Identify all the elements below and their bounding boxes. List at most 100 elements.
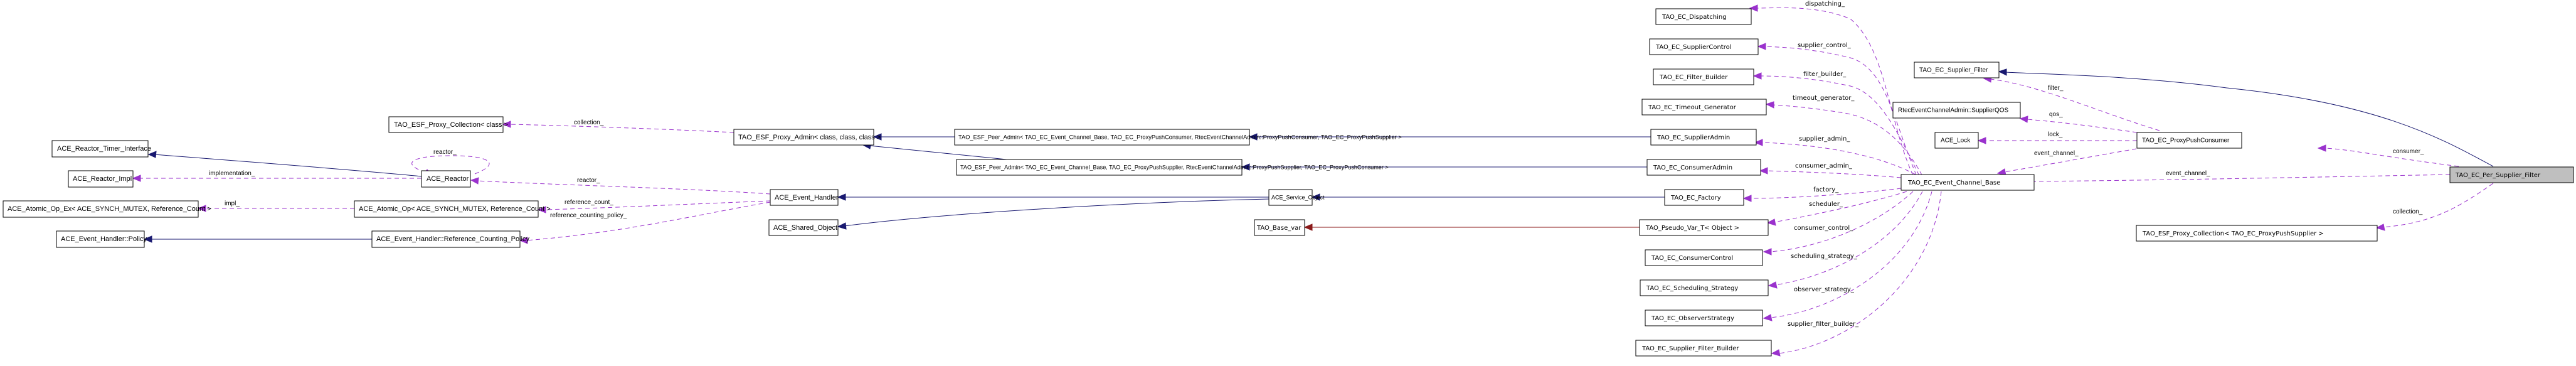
edge-collection-class <box>502 121 734 133</box>
node-ec-timeout-generator[interactable]: TAO_EC_Timeout_Generator <box>1641 99 1767 116</box>
node-ec-consumer-control[interactable]: TAO_EC_ConsumerControl <box>1645 249 1763 266</box>
node-ec-dispatching[interactable]: TAO_EC_Dispatching <box>1655 8 1752 25</box>
svg-text:TAO_EC_SupplierControl: TAO_EC_SupplierControl <box>1655 44 1732 51</box>
node-reactor-impl[interactable]: ACE_Reactor_Impl <box>68 170 134 188</box>
svg-text:TAO_EC_Filter_Builder: TAO_EC_Filter_Builder <box>1659 74 1728 81</box>
edge-label-supplier-filter-builder: supplier_filter_builder_ <box>1788 321 1859 328</box>
svg-text:TAO_EC_Dispatching: TAO_EC_Dispatching <box>1662 14 1727 21</box>
node-ec-supplier-control[interactable]: TAO_EC_SupplierControl <box>1649 38 1759 55</box>
svg-text:TAO_Pseudo_Var_T< Object >: TAO_Pseudo_Var_T< Object > <box>1645 225 1739 232</box>
svg-text:TAO_EC_Supplier_Filter_Builder: TAO_EC_Supplier_Filter_Builder <box>1641 345 1739 352</box>
svg-text:TAO_EC_ProxyPushConsumer: TAO_EC_ProxyPushConsumer <box>2142 137 2230 144</box>
edge-label-scheduler: scheduler_ <box>1809 201 1843 208</box>
edge-peeradmin-consumer-inherits-proxyadmin <box>872 133 955 141</box>
edge-label-implementation: implementation_ <box>209 170 255 177</box>
edge-label-scheduling-strategy: scheduling_strategy_ <box>1791 253 1858 260</box>
svg-text:TAO_EC_Per_Supplier_Filter: TAO_EC_Per_Supplier_Filter <box>2455 172 2541 179</box>
node-esf-proxy-collection-class[interactable]: TAO_ESF_Proxy_Collection< class > <box>388 116 508 133</box>
node-ec-observer-strategy[interactable]: TAO_EC_ObserverStrategy <box>1645 309 1763 326</box>
svg-text:ACE_Atomic_Op_Ex< ACE_SYNCH_MU: ACE_Atomic_Op_Ex< ACE_SYNCH_MUTEX, Refer… <box>8 205 211 213</box>
edge-label-filter: filter_ <box>2048 85 2064 92</box>
node-ec-factory[interactable]: TAO_EC_Factory <box>1664 189 1744 206</box>
node-reference-counting-policy[interactable]: ACE_Event_Handler::Reference_Counting_Po… <box>371 230 529 248</box>
svg-text:ACE_Shared_Object: ACE_Shared_Object <box>773 224 837 232</box>
svg-text:TAO_EC_ConsumerControl: TAO_EC_ConsumerControl <box>1651 255 1733 262</box>
node-ace-shared-object[interactable]: ACE_Shared_Object <box>768 219 839 236</box>
svg-text:TAO_EC_SupplierAdmin: TAO_EC_SupplierAdmin <box>1656 134 1730 141</box>
edge-serviceobject-inherits-sharedobject <box>837 198 1269 230</box>
collaboration-diagram: implementation_ impl_ reactor_ collectio… <box>3 1 2574 357</box>
edge-label-filter-builder: filter_builder_ <box>1803 71 1847 78</box>
node-ec-supplier-admin[interactable]: TAO_EC_SupplierAdmin <box>1650 129 1757 146</box>
edge-impl <box>197 205 354 212</box>
edge-refpolicy-inherits-policy <box>143 235 372 243</box>
node-esf-proxy-collection-supplier[interactable]: TAO_ESF_Proxy_Collection< TAO_EC_ProxyPu… <box>2136 225 2378 242</box>
edge-supplier-filter-builder <box>1771 191 1942 357</box>
svg-text:TAO_EC_Factory: TAO_EC_Factory <box>1670 195 1721 202</box>
edge-factory-inherits-serviceobject <box>1311 193 1665 201</box>
svg-text:TAO_EC_ConsumerAdmin: TAO_EC_ConsumerAdmin <box>1653 164 1732 171</box>
node-peer-admin-consumer[interactable]: TAO_ESF_Peer_Admin< TAO_EC_Event_Channel… <box>954 129 1402 146</box>
svg-text:TAO_EC_Event_Channel_Base: TAO_EC_Event_Channel_Base <box>1907 180 2000 186</box>
edge-event-channel-psf <box>2014 174 2451 185</box>
node-ec-event-channel-base[interactable]: TAO_EC_Event_Channel_Base <box>1900 174 2035 191</box>
node-ec-proxy-push-consumer[interactable]: TAO_EC_ProxyPushConsumer <box>2136 132 2242 149</box>
svg-text:ACE_Reactor_Timer_Interface: ACE_Reactor_Timer_Interface <box>57 145 151 153</box>
node-ace-event-handler[interactable]: ACE_Event_Handler <box>770 189 839 206</box>
edge-label-lock: lock_ <box>2048 131 2063 138</box>
edge-reference-counting-policy <box>519 202 771 244</box>
svg-text:ACE_Event_Handler: ACE_Event_Handler <box>775 194 839 202</box>
edge-collection-supplier <box>2375 183 2494 231</box>
node-ec-filter-builder[interactable]: TAO_EC_Filter_Builder <box>1653 68 1754 85</box>
edge-label-supplier-control: supplier_control_ <box>1798 42 1852 49</box>
svg-text:ACE_Service_Object: ACE_Service_Object <box>1271 194 1325 200</box>
node-esf-proxy-admin[interactable]: TAO_ESF_Proxy_Admin< class, class, class… <box>733 129 881 146</box>
node-ec-per-supplier-filter[interactable]: TAO_EC_Per_Supplier_Filter <box>2449 166 2574 183</box>
node-pseudo-var[interactable]: TAO_Pseudo_Var_T< Object > <box>1639 219 1769 236</box>
svg-text:RtecEventChannelAdmin::Supplie: RtecEventChannelAdmin::SupplierQOS <box>1898 107 2009 114</box>
node-tao-base-var[interactable]: TAO_Base_var <box>1254 219 1305 236</box>
svg-text:TAO_EC_Scheduling_Strategy: TAO_EC_Scheduling_Strategy <box>1646 285 1738 292</box>
edge-label-reference-counting-policy: reference_counting_policy_ <box>550 212 627 219</box>
svg-text:TAO_EC_Timeout_Generator: TAO_EC_Timeout_Generator <box>1648 104 1737 111</box>
node-event-handler-policy[interactable]: ACE_Event_Handler::Policy <box>56 230 147 248</box>
node-ace-service-object[interactable]: ACE_Service_Object <box>1268 189 1325 206</box>
svg-text:ACE_Reactor_Impl: ACE_Reactor_Impl <box>73 175 132 183</box>
node-ace-reactor[interactable]: ACE_Reactor <box>421 170 471 188</box>
svg-text:TAO_Base_var: TAO_Base_var <box>1256 225 1301 232</box>
edge-label-timeout-generator: timeout_generator_ <box>1793 95 1855 102</box>
node-ace-lock[interactable]: ACE_Lock <box>1934 132 1979 149</box>
node-peer-admin-supplier[interactable]: TAO_ESF_Peer_Admin< TAO_EC_Event_Channel… <box>956 159 1389 176</box>
edge-label-consumer: consumer_ <box>2393 148 2424 155</box>
edge-label-collection-supplier: collection_ <box>2393 208 2423 215</box>
edge-reactor <box>470 177 771 195</box>
node-ec-consumer-admin[interactable]: TAO_EC_ConsumerAdmin <box>1646 159 1761 176</box>
edge-lock <box>1977 137 2137 144</box>
svg-text:TAO_EC_Supplier_Filter: TAO_EC_Supplier_Filter <box>1919 67 1988 74</box>
node-atomic-op[interactable]: ACE_Atomic_Op< ACE_SYNCH_MUTEX, Referenc… <box>354 200 551 218</box>
node-ec-scheduling-strategy[interactable]: TAO_EC_Scheduling_Strategy <box>1640 279 1769 296</box>
svg-text:ACE_Event_Handler::Policy: ACE_Event_Handler::Policy <box>61 235 147 243</box>
node-atomic-op-ex[interactable]: ACE_Atomic_Op_Ex< ACE_SYNCH_MUTEX, Refer… <box>3 200 211 218</box>
edge-label-impl: impl_ <box>225 200 240 207</box>
node-reactor-timer-interface[interactable]: ACE_Reactor_Timer_Interface <box>51 140 151 158</box>
edge-scheduler <box>1766 191 1907 226</box>
edge-dispatching <box>1749 4 1917 183</box>
svg-text:ACE_Event_Handler::Reference_C: ACE_Event_Handler::Reference_Counting_Po… <box>376 235 529 243</box>
svg-text:ACE_Atomic_Op< ACE_SYNCH_MUTEX: ACE_Atomic_Op< ACE_SYNCH_MUTEX, Referenc… <box>359 205 551 213</box>
edge-label-reactor-self: reactor_ <box>433 149 457 156</box>
node-ec-supplier-filter[interactable]: TAO_EC_Supplier_Filter <box>1914 62 2000 78</box>
edge-consumer <box>2317 144 2459 167</box>
edge-pseudovar-inherits-basevar <box>1303 223 1640 231</box>
svg-text:ACE_Reactor: ACE_Reactor <box>427 175 469 183</box>
edge-label-qos: qos_ <box>2049 111 2063 118</box>
node-ec-supplier-filter-builder[interactable]: TAO_EC_Supplier_Filter_Builder <box>1635 340 1772 357</box>
svg-text:TAO_EC_ObserverStrategy: TAO_EC_ObserverStrategy <box>1651 315 1734 322</box>
edge-label-dispatching: dispatching_ <box>1805 1 1845 8</box>
node-supplier-qos[interactable]: RtecEventChannelAdmin::SupplierQOS <box>1892 102 2021 119</box>
edge-label-factory: factory_ <box>1813 186 1839 193</box>
edge-scheduling-strategy <box>1768 191 1923 289</box>
edge-label-event-channel-ppc: event_channel_ <box>2034 150 2079 157</box>
edge-implementation <box>132 175 421 182</box>
edge-label-observer-strategy: observer_strategy_ <box>1794 286 1855 293</box>
